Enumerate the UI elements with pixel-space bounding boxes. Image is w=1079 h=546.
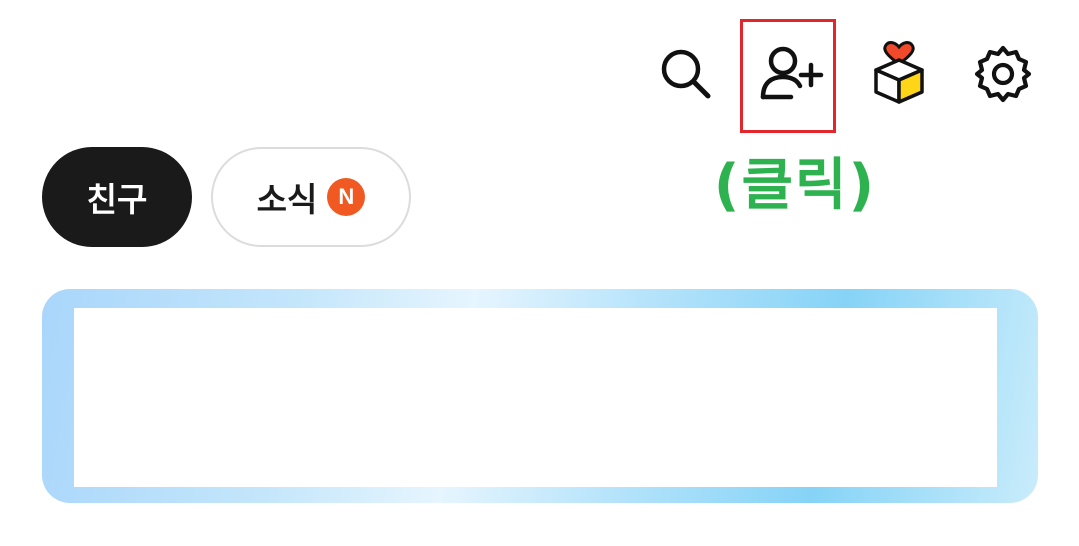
gift-box-icon [874, 41, 924, 104]
click-instruction-label: (클릭) [713, 153, 877, 218]
gear-icon [974, 45, 1032, 103]
tab-friends[interactable]: 친구 [42, 147, 192, 247]
tab-news-label: 소식 [256, 180, 318, 219]
tab-news[interactable]: 소식 N [211, 147, 411, 247]
banner-frame[interactable] [42, 289, 1038, 503]
search-button[interactable] [652, 40, 720, 108]
gift-button[interactable] [866, 38, 932, 108]
banner-content [74, 308, 997, 487]
click-highlight-box [740, 19, 836, 133]
tab-friends-label: 친구 [86, 180, 148, 219]
settings-button[interactable] [970, 40, 1036, 108]
new-badge: N [327, 178, 366, 216]
search-icon [661, 49, 711, 99]
